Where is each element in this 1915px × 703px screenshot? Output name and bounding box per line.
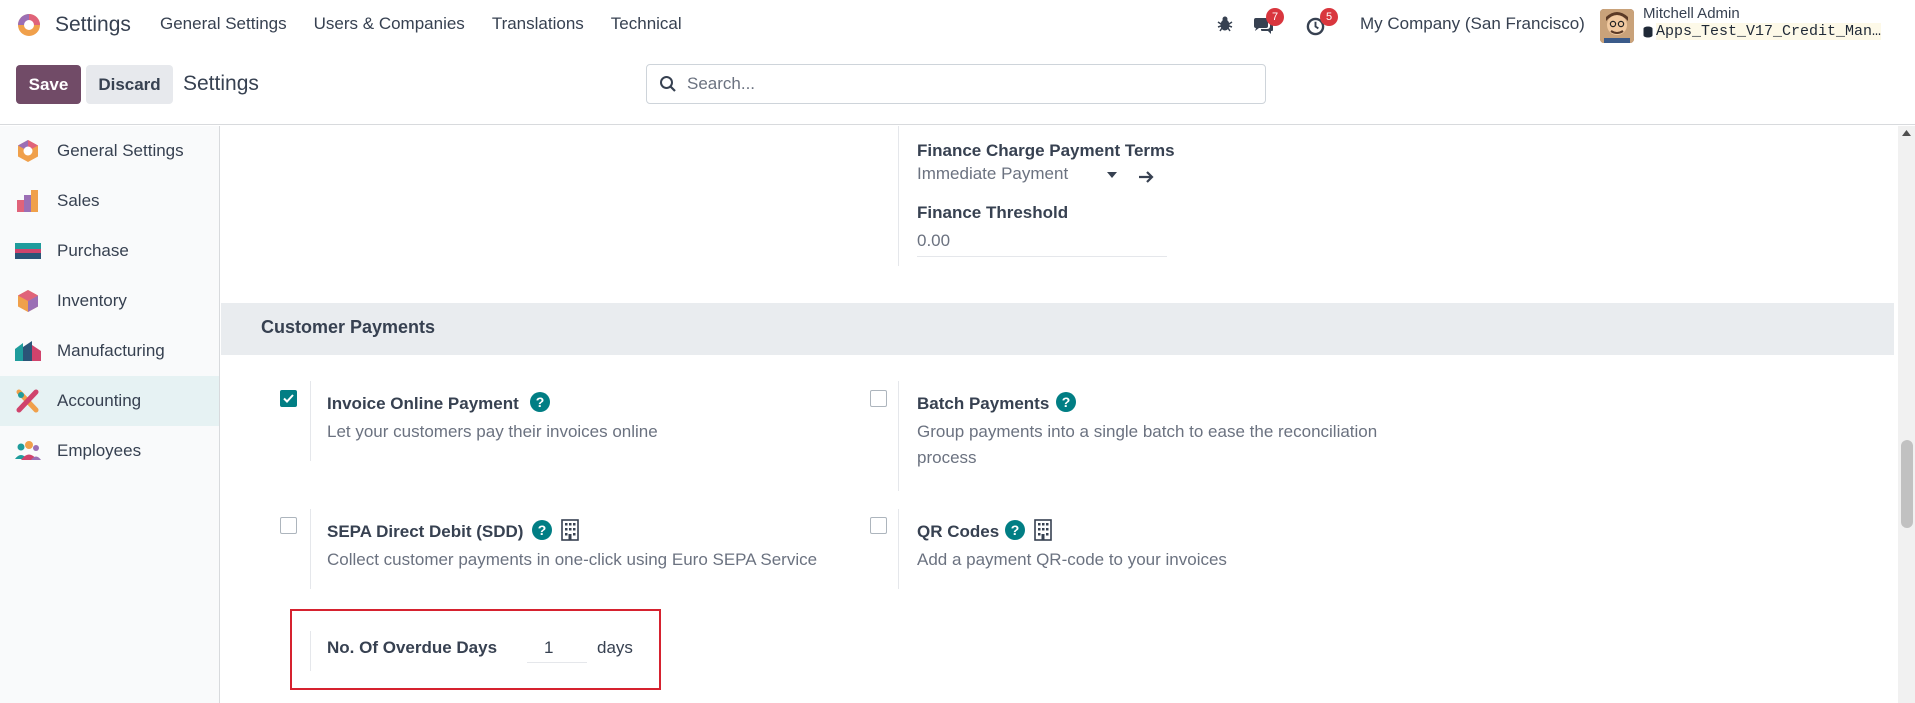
messages-badge: 7	[1266, 8, 1284, 26]
settings-sidebar: General Settings Sales Purchase Inventor…	[0, 126, 220, 703]
menu-technical[interactable]: Technical	[611, 14, 682, 34]
finance-terms-value: Immediate Payment	[917, 164, 1069, 183]
menu-users-companies[interactable]: Users & Companies	[314, 14, 465, 34]
inventory-icon	[18, 290, 38, 312]
building-icon	[561, 519, 579, 541]
bug-icon[interactable]	[1216, 15, 1234, 33]
qr-codes-title: QR Codes	[917, 522, 1000, 541]
company-switcher[interactable]: My Company (San Francisco)	[1360, 14, 1585, 34]
top-menu: General Settings Users & Companies Trans…	[160, 14, 709, 34]
finance-terms-label: Finance Charge Payment Terms	[917, 141, 1175, 160]
odoo-logo-icon[interactable]	[16, 12, 42, 38]
setting-divider	[898, 126, 899, 266]
help-icon[interactable]: ?	[532, 520, 552, 540]
discard-button[interactable]: Discard	[86, 65, 173, 104]
messages-button[interactable]: 7	[1252, 8, 1284, 36]
activities-badge: 5	[1320, 8, 1338, 26]
menu-general-settings[interactable]: General Settings	[160, 14, 287, 34]
highlight-box	[290, 609, 661, 690]
sidebar-item-label: Manufacturing	[57, 341, 165, 360]
section-title: Customer Payments	[261, 317, 436, 337]
sidebar-item-inventory[interactable]: Inventory	[0, 276, 219, 326]
sidebar-item-manufacturing[interactable]: Manufacturing	[0, 326, 219, 376]
save-button[interactable]: Save	[16, 65, 81, 104]
page-title: Settings	[183, 72, 259, 95]
checkmark-icon	[283, 394, 294, 403]
input-underline	[917, 256, 1167, 257]
batch-payments-title: Batch Payments	[917, 394, 1050, 413]
qr-codes-checkbox[interactable]	[870, 517, 887, 534]
sidebar-item-label: Purchase	[57, 241, 129, 260]
batch-payments-desc-line2: process	[917, 448, 977, 467]
sidebar-item-accounting[interactable]: Accounting	[0, 376, 219, 426]
sidebar-item-purchase[interactable]: Purchase	[0, 226, 219, 276]
finance-threshold-label: Finance Threshold	[917, 203, 1069, 222]
sidebar-item-label: Sales	[57, 191, 100, 210]
sidebar-item-general-settings[interactable]: General Settings	[0, 126, 219, 176]
avatar-portrait-icon	[1600, 9, 1634, 43]
setting-divider	[898, 381, 899, 491]
batch-payments-checkbox[interactable]	[870, 390, 887, 407]
accounting-icon	[16, 389, 39, 413]
invoice-online-payment-checkbox[interactable]	[280, 390, 297, 407]
database-icon	[1643, 26, 1653, 37]
sidebar-item-label: Employees	[57, 441, 142, 460]
control-panel: Save Discard Settings Search...	[0, 50, 1915, 125]
manufacturing-icon	[15, 341, 41, 361]
setting-divider	[310, 381, 311, 461]
database-name-wrapper: Apps_Test_V17_Credit_Man…	[1643, 23, 1882, 40]
help-icon[interactable]: ?	[1056, 392, 1076, 412]
sepa-direct-debit-desc: Collect customer payments in one-click u…	[327, 550, 818, 569]
sidebar-item-employees[interactable]: Employees	[0, 426, 219, 476]
sepa-direct-debit-checkbox[interactable]	[280, 517, 297, 534]
activities-button[interactable]: 5	[1306, 8, 1338, 36]
sidebar-item-label: General Settings	[57, 141, 184, 160]
top-navbar: Settings General Settings Users & Compan…	[0, 0, 1915, 50]
general-settings-icon	[18, 140, 38, 162]
sidebar-item-label: Accounting	[57, 391, 142, 410]
help-icon[interactable]: ?	[530, 392, 550, 412]
scrollbar-track[interactable]	[1898, 126, 1915, 703]
sales-icon	[17, 190, 38, 212]
sidebar-item-label: Inventory	[57, 291, 127, 310]
app-name[interactable]: Settings	[55, 13, 131, 37]
employees-icon	[15, 441, 41, 460]
invoice-online-payment-desc: Let your customers pay their invoices on…	[327, 422, 658, 441]
section-header: Customer Payments	[221, 303, 1894, 355]
batch-payments-desc-line1: Group payments into a single batch to ea…	[917, 422, 1378, 441]
user-name[interactable]: Mitchell Admin	[1643, 5, 1740, 22]
scrollbar-thumb[interactable]	[1901, 440, 1913, 528]
scroll-up-arrow-icon[interactable]	[1902, 130, 1911, 136]
setting-divider	[898, 509, 899, 589]
internal-link-arrow-icon[interactable]	[1138, 170, 1154, 184]
sepa-direct-debit-title: SEPA Direct Debit (SDD)	[327, 522, 524, 541]
search-input[interactable]: Search...	[646, 64, 1266, 104]
setting-divider	[310, 509, 311, 589]
caret-down-icon	[1107, 172, 1117, 178]
help-icon[interactable]: ?	[1005, 520, 1025, 540]
user-avatar[interactable]	[1600, 9, 1634, 43]
building-icon	[1034, 519, 1052, 541]
search-icon	[660, 76, 676, 92]
invoice-online-payment-title: Invoice Online Payment	[327, 394, 519, 413]
finance-threshold-input[interactable]: 0.00	[917, 231, 950, 251]
purchase-icon	[15, 243, 41, 259]
search-placeholder: Search...	[687, 74, 756, 93]
database-name: Apps_Test_V17_Credit_Man…	[1656, 23, 1882, 40]
sidebar-item-sales[interactable]: Sales	[0, 176, 219, 226]
finance-terms-select[interactable]: Immediate Payment	[917, 164, 1127, 188]
menu-translations[interactable]: Translations	[492, 14, 584, 34]
qr-codes-desc: Add a payment QR-code to your invoices	[917, 550, 1227, 569]
